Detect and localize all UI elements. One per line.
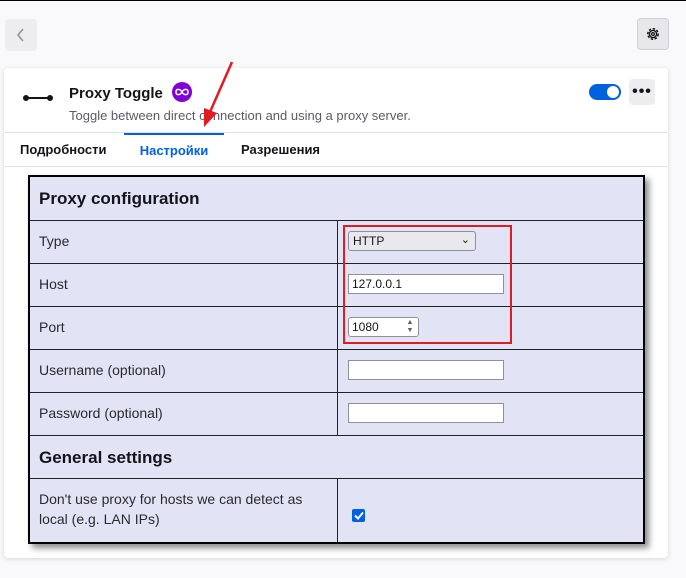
password-label: Password (optional) (39, 405, 163, 421)
host-label: Host (39, 276, 68, 292)
username-row: Username (optional) (30, 350, 643, 393)
annotation-highlight-box (343, 225, 512, 344)
local-hosts-checkbox[interactable] (352, 509, 365, 522)
proxy-section-header: Proxy configuration (30, 177, 643, 221)
back-button[interactable] (5, 19, 37, 51)
addon-enable-toggle[interactable] (589, 84, 621, 100)
local-hosts-row: Don't use proxy for hosts we can detect … (30, 479, 643, 542)
host-row: Host 127.0.0.1 (30, 264, 643, 307)
addon-card: Proxy Toggle Toggle between direct conne… (4, 68, 668, 558)
port-label: Port (39, 319, 65, 335)
password-row: Password (optional) (30, 393, 643, 436)
username-input[interactable] (348, 360, 504, 380)
tab-details[interactable]: Подробности (20, 133, 107, 166)
addon-description: Toggle between direct connection and usi… (69, 108, 411, 123)
tab-permissions[interactable]: Разрешения (241, 133, 320, 166)
type-label: Type (39, 233, 70, 249)
general-section-header: General settings (30, 436, 643, 479)
username-label: Username (optional) (39, 362, 166, 378)
port-row: Port 1080 ▲ ▼ (30, 307, 643, 350)
checkmark-icon (353, 511, 364, 520)
local-hosts-label-line1: Don't use proxy for hosts we can detect … (39, 491, 303, 507)
infinity-icon (172, 82, 192, 102)
section-title: Proxy configuration (39, 189, 200, 208)
proxy-line-icon (23, 95, 53, 101)
tab-bar: Подробности Настройки Разрешения (4, 132, 668, 167)
chevron-left-icon (17, 28, 24, 42)
gear-icon (647, 28, 659, 40)
more-options-button[interactable]: ••• (629, 79, 655, 105)
local-hosts-label-line2: local (e.g. LAN IPs) (39, 511, 160, 527)
section-title: General settings (39, 448, 173, 467)
addon-name: Proxy Toggle (69, 85, 163, 102)
type-row: Type HTTP ⌄ (30, 221, 643, 264)
tab-settings[interactable]: Настройки (124, 133, 224, 166)
password-input[interactable] (348, 403, 504, 423)
settings-button[interactable] (637, 18, 669, 50)
window-top-border (0, 0, 686, 1)
settings-table: Proxy configuration Type HTTP ⌄ Host 127… (28, 175, 645, 544)
